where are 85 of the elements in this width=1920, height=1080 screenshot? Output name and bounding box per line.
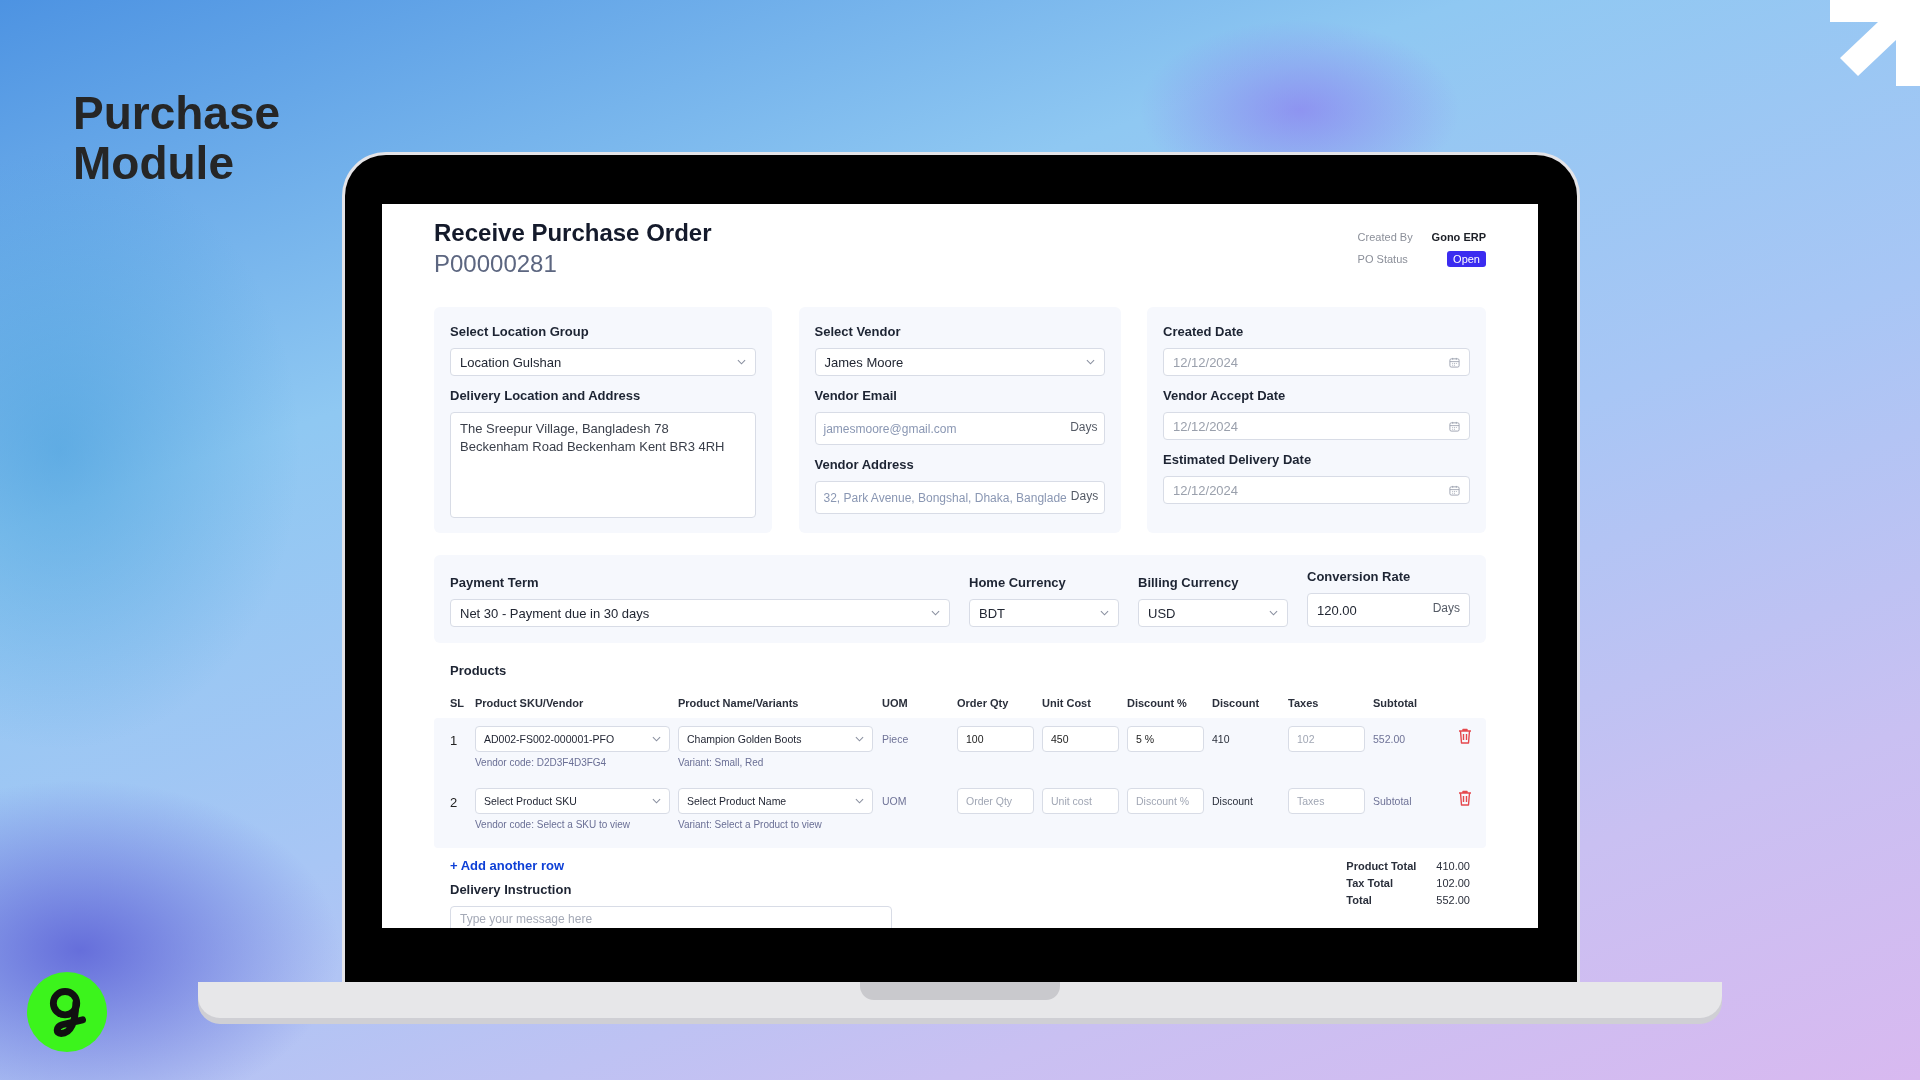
total-label: Total xyxy=(1346,894,1373,906)
chevron-icon xyxy=(652,736,661,742)
field-label: Home Currency xyxy=(969,575,1067,591)
dropdown[interactable]: AD002-FS002-000001-PFO xyxy=(475,726,670,752)
total-value: 552.00 xyxy=(1436,894,1470,906)
field-label: Vendor Address xyxy=(814,457,915,473)
subtotal-text: 552.00 xyxy=(1373,733,1407,745)
uom-text: UOM xyxy=(882,795,908,807)
column-header: Unit Cost xyxy=(1042,697,1092,709)
total-label: Product Total xyxy=(1346,860,1418,872)
total-value: 102.00 xyxy=(1436,877,1470,889)
delete-button[interactable] xyxy=(1458,790,1474,808)
chevron-icon xyxy=(855,736,864,742)
field-label: Delivery Instruction xyxy=(450,882,573,898)
input-field[interactable]: 100 xyxy=(957,726,1034,752)
input-field[interactable]: 5 % xyxy=(1127,726,1204,752)
dropdown[interactable]: Select Product SKU xyxy=(475,788,670,814)
input-field[interactable]: 450 xyxy=(1042,726,1119,752)
column-header: Taxes xyxy=(1288,697,1320,709)
chevron-icon xyxy=(737,359,746,365)
section-title: Products xyxy=(450,663,508,678)
text-area[interactable]: The Sreepur Village, Bangladesh 78 Beckenham Road Beckenham Kent BR3 4RH xyxy=(450,412,756,518)
total-label: Tax Total xyxy=(1346,877,1394,889)
field-label: Select Vendor xyxy=(814,324,902,340)
field-label: Billing Currency xyxy=(1138,575,1240,591)
meta-label: PO Status xyxy=(1357,253,1409,265)
field-label: Select Location Group xyxy=(450,324,590,340)
calendar-icon xyxy=(1449,420,1460,432)
column-header: Product SKU/Vendor xyxy=(475,697,585,709)
message-field[interactable]: Type your message here xyxy=(450,906,892,928)
dropdown[interactable]: Location Gulshan xyxy=(450,348,756,376)
logo-icon xyxy=(26,971,108,1053)
dropdown[interactable]: USD xyxy=(1138,599,1288,627)
discount-text: 410 xyxy=(1212,733,1231,745)
meta-label: Created By xyxy=(1357,231,1414,243)
variant-text: Variant: Small, Red xyxy=(678,757,765,768)
total-value: 410.00 xyxy=(1436,860,1470,872)
dropdown[interactable]: James Moore xyxy=(814,348,1105,376)
arrow-icon xyxy=(1830,0,1920,86)
column-header: SL xyxy=(450,697,466,709)
field-label: Delivery Location and Address xyxy=(450,388,642,404)
trash-icon xyxy=(1458,790,1472,806)
input-field[interactable]: jamesmoore@gmail.com Days xyxy=(814,412,1105,445)
chevron-icon xyxy=(652,798,661,804)
discount-text: Discount xyxy=(1212,795,1254,807)
vendor-code: Vendor code: D2D3F4D3FG4 xyxy=(475,757,608,768)
column-header: Discount % xyxy=(1127,697,1188,709)
page-title: Receive Purchase Order xyxy=(434,219,712,247)
dropdown[interactable]: BDT xyxy=(969,599,1119,627)
po-number: P00000281 xyxy=(434,249,558,279)
chevron-icon xyxy=(855,798,864,804)
column-header: UOM xyxy=(882,697,909,709)
calendar-icon xyxy=(1449,484,1460,496)
column-header: Subtotal xyxy=(1373,697,1418,709)
dropdown[interactable]: Champion Golden Boots xyxy=(678,726,873,752)
field-label: Vendor Email xyxy=(814,388,898,404)
row-number: 2 xyxy=(450,795,459,810)
field-label: Conversion Rate xyxy=(1307,569,1412,585)
chevron-icon xyxy=(1100,610,1109,616)
column-header: Discount xyxy=(1212,697,1261,709)
variant-text: Variant: Select a Product to view xyxy=(678,819,823,830)
calendar-icon xyxy=(1449,356,1460,368)
subtotal-text: Subtotal xyxy=(1373,795,1413,807)
column-header: Order Qty xyxy=(957,697,1010,709)
chevron-icon xyxy=(1269,610,1278,616)
field-label: Estimated Delivery Date xyxy=(1163,452,1313,468)
status-badge: Open xyxy=(1447,251,1486,267)
field-label: Payment Term xyxy=(450,575,540,591)
column-header: Product Name/Variants xyxy=(678,697,800,709)
field-label: Created Date xyxy=(1163,324,1245,340)
row-number: 1 xyxy=(450,733,459,748)
chevron-icon xyxy=(931,610,940,616)
delete-button[interactable] xyxy=(1458,728,1474,746)
dropdown[interactable]: Select Product Name xyxy=(678,788,873,814)
dropdown[interactable]: Net 30 - Payment due in 30 days xyxy=(450,599,950,627)
chevron-icon xyxy=(1085,359,1095,365)
vendor-code: Vendor code: Select a SKU to view xyxy=(475,819,632,830)
trash-icon xyxy=(1458,728,1472,744)
input-field[interactable]: 32, Park Avenue, Bongshal, Dhaka, Banglade Days xyxy=(814,481,1105,514)
add-row-link[interactable]: + Add another row xyxy=(450,858,564,874)
uom-text: Piece xyxy=(882,733,910,745)
field-label: Vendor Accept Date xyxy=(1163,388,1287,404)
meta-value: Gono ERP xyxy=(1431,231,1486,243)
headline: Purchase Module xyxy=(73,88,282,188)
input-field[interactable]: 120.00 Days xyxy=(1307,593,1470,627)
